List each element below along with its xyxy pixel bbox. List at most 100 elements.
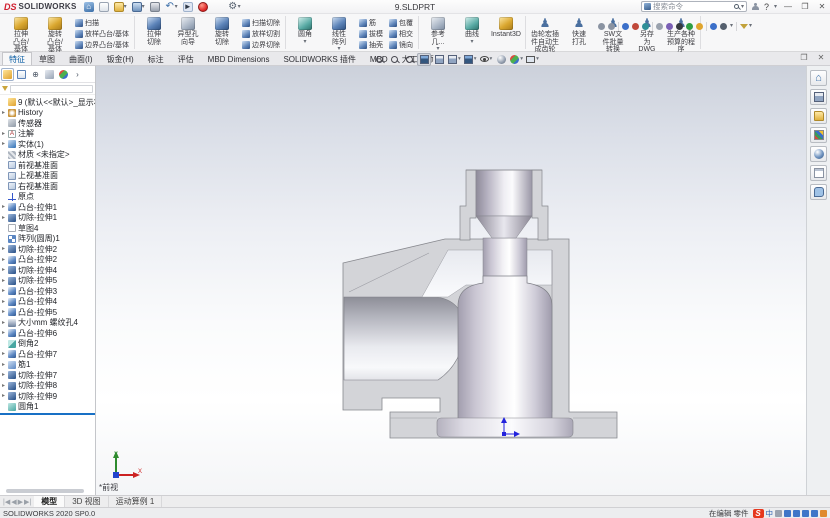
tree-item[interactable]: ▸实体(1) — [0, 139, 95, 150]
fm-tab-display-manager[interactable] — [57, 68, 70, 81]
selection-filter-button[interactable]: ▾ — [740, 23, 752, 29]
ribbon-boundary-boss-button[interactable]: 边界凸台/基体 — [73, 40, 131, 50]
doc-restore-button[interactable]: ❐ — [798, 53, 810, 62]
dynamic-annotation-button[interactable] — [432, 53, 446, 66]
ribbon-instant3d-button[interactable]: Instant3D — [490, 16, 522, 39]
ime-clipboard-icon[interactable] — [802, 510, 809, 517]
restore-button[interactable]: ❐ — [799, 2, 811, 11]
doc-close-button[interactable]: ✕ — [815, 53, 827, 62]
open-button[interactable]: ▾ — [113, 1, 128, 13]
undo-button[interactable]: ↶▾ — [164, 1, 179, 13]
tree-item[interactable]: ▸切除-拉伸8 — [0, 381, 95, 392]
tab-草图[interactable]: 草图 — [32, 52, 62, 65]
ribbon-quick-hole-button[interactable]: ♟快速 打孔 — [563, 16, 595, 46]
select-button[interactable]: ► — [182, 1, 194, 13]
tree-item[interactable]: ▸切除-拉伸7 — [0, 370, 95, 381]
model-tab-3d-视图[interactable]: 3D 视图 — [65, 496, 108, 507]
ribbon-extruded-boss-button[interactable]: 拉伸 凸台/ 基体 — [5, 16, 37, 54]
part-3d-model[interactable] — [96, 66, 806, 495]
ribbon-lofted-boss-button[interactable]: 放样凸台/基体 — [73, 29, 131, 39]
zoom-fit-button[interactable] — [372, 53, 386, 66]
tree-item[interactable]: 传感器 — [0, 118, 95, 129]
ribbon-rib-button[interactable]: 筋 — [357, 18, 385, 28]
tree-item[interactable]: ▸切除-拉伸2 — [0, 244, 95, 255]
tree-item[interactable]: ▸大小mm 螺纹孔4 — [0, 318, 95, 329]
tree-item[interactable]: ▸凸台-拉伸2 — [0, 255, 95, 266]
tree-item[interactable]: 9 (默认<<默认>_显示状态 1> — [0, 97, 95, 108]
previous-view-button[interactable] — [402, 53, 416, 66]
taskpane-custom-properties-button[interactable] — [810, 165, 827, 181]
tab-nav-next-button[interactable]: ▶ — [18, 498, 23, 506]
fm-tab-propertymanager[interactable] — [15, 68, 28, 81]
sogou-ime-logo[interactable]: S — [753, 509, 764, 518]
tree-item[interactable]: 草图4 — [0, 223, 95, 234]
ribbon-intersect-button[interactable]: 相交 — [387, 29, 415, 39]
model-tab-模型[interactable]: 模型 — [34, 496, 65, 507]
ribbon-reference-geometry-button[interactable]: 参考 几...▾ — [422, 16, 454, 52]
search-input[interactable]: 搜索命令 — [653, 1, 732, 12]
tree-item[interactable]: ▸凸台-拉伸4 — [0, 297, 95, 308]
tree-item[interactable]: 上视基准面 — [0, 171, 95, 182]
login-icon[interactable] — [752, 3, 759, 11]
tree-item[interactable]: 右视基准面 — [0, 181, 95, 192]
view-orientation-button[interactable]: ▾ — [447, 53, 462, 66]
tree-item[interactable]: 圆角1 — [0, 402, 95, 413]
tree-item[interactable]: ▸凸台-拉伸5 — [0, 307, 95, 318]
expand-panel-icon[interactable]: › — [71, 68, 84, 81]
home-button[interactable]: ⌂ — [83, 1, 95, 13]
violet-gem-icon[interactable] — [666, 23, 673, 30]
search-icon[interactable] — [734, 4, 739, 9]
help-button[interactable]: ? — [764, 2, 769, 12]
taskpane-appearances-scenes-button[interactable] — [810, 146, 827, 162]
tree-item[interactable]: ▸凸台-拉伸1 — [0, 202, 95, 213]
taskpane-view-palette-button[interactable] — [810, 127, 827, 143]
tab-钣金(h)[interactable]: 钣金(H) — [100, 52, 141, 65]
gold-dot-icon[interactable] — [696, 23, 703, 30]
tree-item[interactable]: ▸History — [0, 108, 95, 119]
green-dot-icon[interactable] — [686, 23, 693, 30]
view-settings-button[interactable]: ▾ — [525, 53, 540, 66]
ribbon-revolved-cut-button[interactable]: 旋转 切除 — [206, 16, 238, 46]
display-style-button[interactable]: ▾ — [463, 53, 478, 66]
help-caret-icon[interactable]: ▾ — [774, 4, 777, 10]
rebuild-button[interactable] — [197, 1, 209, 13]
flag-icon[interactable] — [710, 23, 717, 30]
print-button[interactable] — [149, 1, 161, 13]
taskpane-forum-button[interactable] — [810, 184, 827, 200]
ribbon-gear-macro-button[interactable]: ♟齿轮宏插 件自动生 成齿轮 — [529, 16, 561, 54]
red-tool-icon[interactable] — [632, 23, 639, 30]
tree-item[interactable]: ▸筋1 — [0, 360, 95, 371]
ribbon-extruded-cut-button[interactable]: 拉伸 切除 — [138, 16, 170, 46]
ime-mode-chinese[interactable]: 中 — [766, 508, 774, 518]
tree-item[interactable]: ▸切除-拉伸1 — [0, 213, 95, 224]
ribbon-revolved-boss-button[interactable]: 旋转 凸台/ 基体 — [39, 16, 71, 54]
ribbon-swept-boss-button[interactable]: 扫描 — [73, 18, 131, 28]
taskpane-design-library-button[interactable] — [810, 89, 827, 105]
ime-mic-icon[interactable] — [784, 510, 791, 517]
search-commands-box[interactable]: 搜索命令 ▾ — [641, 1, 747, 12]
new-button[interactable] — [98, 1, 110, 13]
ime-punctuation-icon[interactable] — [775, 510, 782, 517]
black-arrow-icon[interactable] — [676, 23, 683, 30]
zoom-area-button[interactable] — [387, 53, 401, 66]
minimize-button[interactable]: — — [782, 2, 794, 11]
tree-item[interactable]: ▸凸台-拉伸3 — [0, 286, 95, 297]
tab-标注[interactable]: 标注 — [141, 52, 171, 65]
ribbon-shell-button[interactable]: 抽壳 — [357, 40, 385, 50]
rollback-bar[interactable] — [0, 413, 95, 415]
tree-item[interactable]: 倒角2 — [0, 339, 95, 350]
ime-skin-icon[interactable] — [811, 510, 818, 517]
hide-show-items-button[interactable]: ▾ — [479, 53, 494, 66]
tree-item[interactable]: 原点 — [0, 192, 95, 203]
fm-tab-featuremanager[interactable] — [1, 68, 14, 81]
tab-特征[interactable]: 特征 — [2, 52, 32, 65]
tree-filter-input[interactable] — [10, 85, 93, 93]
ribbon-fillet-button[interactable]: 圆角▾ — [289, 16, 321, 45]
tree-item[interactable]: 材质 <未指定> — [0, 150, 95, 161]
graphics-viewport[interactable]: Y X *前视 — [96, 66, 806, 495]
blue-grid-icon[interactable] — [622, 23, 629, 30]
tab-nav-prev-button[interactable]: ◀ — [11, 498, 16, 506]
ribbon-wrap-button[interactable]: 包覆 — [387, 18, 415, 28]
tab-solidworks-插件[interactable]: SOLIDWORKS 插件 — [276, 52, 362, 65]
section-view-button[interactable] — [417, 53, 431, 66]
